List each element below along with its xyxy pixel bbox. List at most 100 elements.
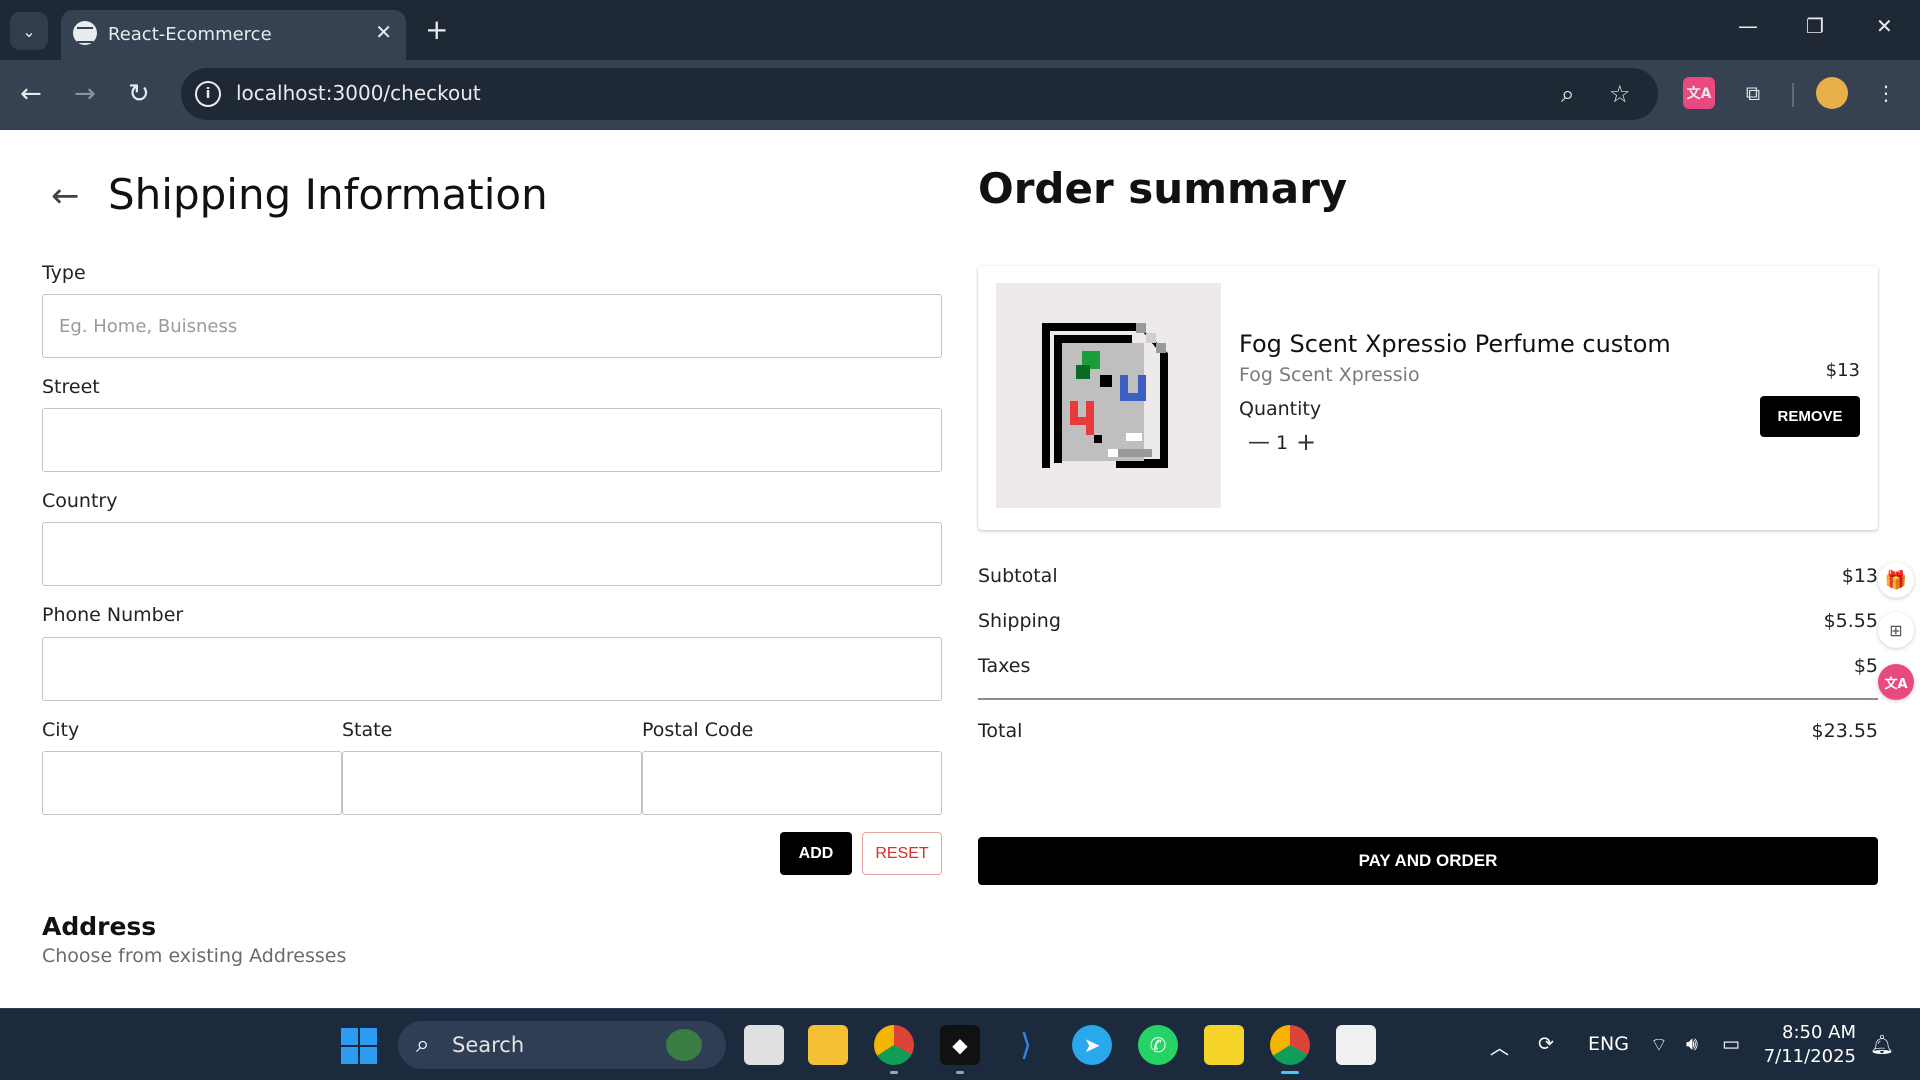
phone-input[interactable] [42, 637, 942, 701]
back-arrow-icon[interactable]: ← [20, 80, 42, 108]
restore-icon[interactable]: ❐ [1806, 14, 1824, 38]
taxes-value: $5 [1853, 655, 1878, 677]
product-brand: Fog Scent Xpressio [1239, 364, 1420, 386]
translate-float-icon[interactable]: 文A [1878, 664, 1914, 700]
task-view-icon[interactable] [744, 1025, 784, 1065]
back-arrow-icon[interactable]: ← [51, 176, 80, 216]
pay-and-order-button[interactable]: PAY AND ORDER [978, 837, 1878, 885]
order-summary-title: Order summary [978, 164, 1348, 213]
summary-divider [978, 698, 1878, 700]
quantity-minus-icon[interactable]: — [1248, 430, 1270, 455]
snipping-tool-icon[interactable] [1336, 1025, 1376, 1065]
taskbar-search[interactable]: ⌕ Search [398, 1021, 726, 1069]
chrome-profile-icon[interactable] [874, 1025, 914, 1065]
new-tab-plus-icon[interactable]: + [425, 12, 448, 48]
minimize-icon[interactable]: — [1738, 14, 1758, 38]
close-icon[interactable]: ✕ [375, 20, 392, 44]
shipping-title: Shipping Information [108, 170, 548, 219]
site-favicon-icon [73, 21, 97, 45]
wifi-icon[interactable]: ⌔ [1650, 1033, 1668, 1057]
extensions-puzzle-icon[interactable]: ⧉ [1737, 77, 1769, 109]
country-input[interactable] [42, 522, 942, 586]
street-input[interactable] [42, 408, 942, 472]
address-title: Address [42, 912, 157, 941]
state-input[interactable] [342, 751, 642, 815]
shipping-label: Shipping [978, 610, 1061, 632]
site-info-icon[interactable]: i [195, 81, 221, 107]
running-indicator [890, 1071, 898, 1074]
active-indicator [1281, 1071, 1299, 1074]
postal-code-label: Postal Code [642, 719, 754, 741]
country-label: Country [42, 490, 118, 512]
city-input[interactable] [42, 751, 342, 815]
language-indicator[interactable]: ENG [1588, 1033, 1629, 1055]
tab-search-button[interactable]: ⌄ [10, 12, 48, 50]
gift-icon[interactable]: 🎁 [1878, 562, 1914, 598]
product-name[interactable]: Fog Scent Xpressio Perfume custom [1239, 330, 1671, 358]
add-address-button[interactable]: ADD [780, 832, 852, 875]
file-explorer-icon[interactable] [808, 1025, 848, 1065]
zoom-icon[interactable]: ⌕ [1561, 80, 1574, 108]
search-highlight-icon [666, 1029, 702, 1061]
type-input[interactable] [42, 294, 942, 358]
quantity-label: Quantity [1239, 398, 1322, 420]
shipping-value: $5.55 [1823, 610, 1878, 632]
whatsapp-icon[interactable]: ✆ [1138, 1025, 1178, 1065]
window-close-icon[interactable]: ✕ [1876, 14, 1893, 38]
sync-icon[interactable]: ⟳ [1538, 1033, 1554, 1055]
battery-icon[interactable]: ▭ [1722, 1033, 1740, 1055]
volume-icon[interactable]: 🔊︎ [1686, 1033, 1698, 1055]
type-label: Type [42, 262, 86, 284]
address-subtitle: Choose from existing Addresses [42, 945, 347, 967]
street-label: Street [42, 376, 100, 398]
taxes-row: Taxes $5 [978, 655, 1878, 685]
quantity-plus-icon[interactable]: + [1296, 428, 1316, 456]
city-label: City [42, 719, 80, 741]
show-hidden-icons-chevron-icon[interactable]: ︿ [1490, 1033, 1509, 1060]
phone-label: Phone Number [42, 604, 184, 626]
clock[interactable]: 8:50 AM 7/11/2025 [1764, 1021, 1856, 1069]
taxes-label: Taxes [978, 655, 1031, 677]
reset-button[interactable]: RESET [862, 832, 942, 875]
remove-item-button[interactable]: REMOVE [1760, 396, 1860, 437]
product-price: $13 [1825, 360, 1860, 381]
subtotal-label: Subtotal [978, 565, 1058, 587]
cube-app-icon[interactable]: ◆ [940, 1025, 980, 1065]
taskbar-search-label: Search [452, 1033, 525, 1057]
bookmark-star-icon[interactable]: ☆ [1609, 80, 1631, 108]
toolbar-divider [1792, 83, 1794, 107]
address-bar[interactable]: i localhost:3000/checkout ⌕ ☆ [181, 68, 1658, 120]
postal-code-input[interactable] [642, 751, 942, 815]
notifications-icon[interactable]: 🔔︎ [1870, 1033, 1894, 1056]
telegram-icon[interactable]: ➤ [1072, 1025, 1112, 1065]
vscode-icon[interactable]: ⟩ [1006, 1025, 1046, 1065]
quantity-value: 1 [1276, 432, 1289, 454]
total-row: Total $23.55 [978, 720, 1878, 750]
taskbar: ⌕ Search ◆ ⟩ ➤ ✆ ︿ ⟳ ENG ⌔ 🔊︎ ▭ 8:50 AM … [0, 1008, 1920, 1080]
browser-tabstrip: ⌄ React-Ecommerce ✕ + — ❐ ✕ [0, 0, 1920, 60]
forward-arrow-icon[interactable]: → [74, 80, 96, 108]
reload-icon[interactable]: ↻ [128, 80, 150, 108]
cart-item-card: Fog Scent Xpressio Perfume custom Fog Sc… [978, 266, 1878, 530]
broken-image-icon [1042, 323, 1168, 468]
state-label: State [342, 719, 393, 741]
url-text[interactable]: localhost:3000/checkout [236, 81, 481, 105]
product-image [996, 283, 1221, 508]
search-icon: ⌕ [416, 1030, 430, 1058]
windows-start-icon[interactable] [341, 1028, 377, 1064]
checkout-page: ← Shipping Information Type Street Count… [0, 130, 1920, 1008]
running-indicator [956, 1071, 964, 1074]
total-value: $23.55 [1811, 720, 1878, 742]
more-menu-icon[interactable]: ⋮ [1870, 77, 1902, 109]
profile-avatar[interactable] [1816, 77, 1848, 109]
chevron-down-icon: ⌄ [22, 21, 36, 41]
chrome-icon[interactable] [1270, 1025, 1310, 1065]
browser-toolbar: ← → ↻ i localhost:3000/checkout ⌕ ☆ 文A ⧉… [0, 60, 1920, 130]
total-label: Total [978, 720, 1023, 742]
translate-extension-icon[interactable]: 文A [1683, 77, 1715, 109]
shipping-row: Shipping $5.55 [978, 610, 1878, 640]
clock-time: 8:50 AM [1782, 1022, 1856, 1043]
browser-tab[interactable]: React-Ecommerce ✕ [61, 10, 406, 60]
apps-grid-icon[interactable]: ⊞ [1878, 612, 1914, 648]
sticky-notes-icon[interactable] [1204, 1025, 1244, 1065]
